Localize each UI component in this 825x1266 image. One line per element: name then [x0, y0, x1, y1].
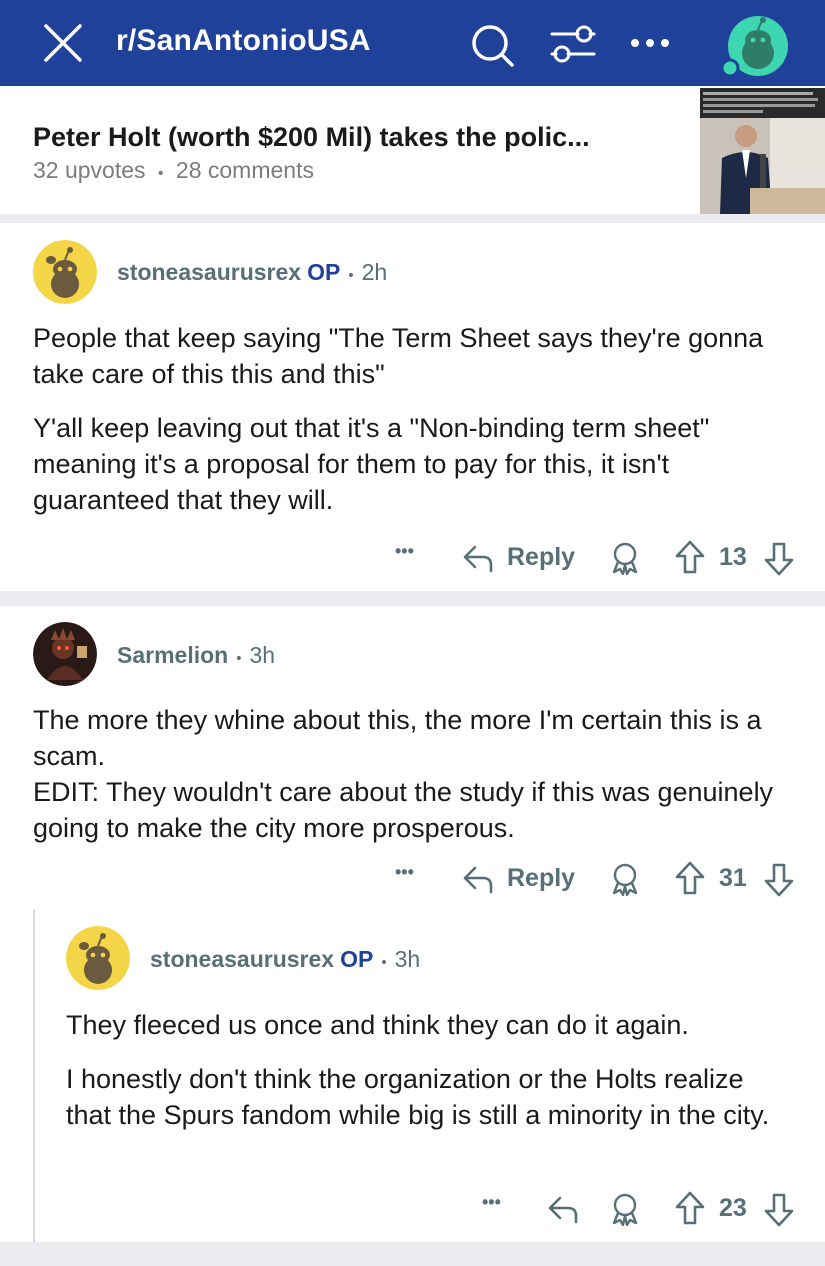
separator	[0, 1242, 825, 1266]
user-avatar[interactable]	[66, 926, 130, 990]
username[interactable]: stoneasaurusrex	[117, 259, 301, 285]
downvote-icon[interactable]	[763, 1192, 795, 1228]
top-bar: r/SanAntonioUSA	[0, 0, 825, 86]
separator	[0, 591, 825, 606]
comment-body: They fleeced us once and think they can …	[66, 1007, 796, 1133]
comment-meta: stoneasaurusrex OP • 3h	[150, 946, 420, 973]
search-icon[interactable]	[468, 22, 516, 70]
separator-dot: •	[381, 954, 387, 971]
comment-meta: Sarmelion • 3h	[117, 642, 275, 669]
separator-dot: •	[236, 650, 242, 667]
separator	[0, 214, 825, 223]
upvote-icon[interactable]	[674, 860, 706, 896]
timestamp: 3h	[249, 642, 276, 668]
downvote-icon[interactable]	[763, 862, 795, 898]
op-badge: OP	[307, 259, 341, 285]
award-icon[interactable]	[609, 1192, 641, 1226]
comment-actions: ••• Reply 13	[395, 539, 805, 579]
thread-line[interactable]	[33, 910, 35, 1242]
separator-dot: •	[157, 165, 164, 182]
timestamp: 3h	[394, 946, 421, 972]
award-icon[interactable]	[609, 541, 641, 575]
more-options-button[interactable]: •••	[395, 541, 414, 562]
username[interactable]: stoneasaurusrex	[150, 946, 334, 972]
more-options-button[interactable]: •••	[395, 862, 414, 883]
post-title[interactable]: Peter Holt (worth $200 Mil) takes the po…	[33, 122, 673, 153]
filter-icon[interactable]	[548, 22, 598, 66]
separator-dot: •	[348, 267, 354, 284]
comment: stoneasaurusrex OP • 2h People that keep sa…	[0, 223, 825, 591]
more-options-button[interactable]: •••	[482, 1192, 501, 1213]
post-header[interactable]: Peter Holt (worth $200 Mil) takes the po…	[0, 86, 825, 214]
comment-actions: ••• 23	[482, 1190, 805, 1230]
subreddit-name[interactable]: r/SanAntonioUSA	[116, 24, 371, 58]
op-badge: OP	[340, 946, 374, 972]
reply-icon[interactable]	[461, 541, 495, 575]
comment-text: I honestly don't think the organization …	[66, 1064, 770, 1130]
comment-actions: ••• Reply 31	[395, 860, 805, 900]
comment-text: Y'all keep leaving out that it's a "Non-…	[33, 413, 710, 515]
user-avatar[interactable]	[33, 622, 97, 686]
comment-text: The more they whine about this, the more…	[33, 705, 774, 843]
reply-button[interactable]: Reply	[507, 864, 575, 893]
close-icon[interactable]	[42, 22, 84, 64]
username[interactable]: Sarmelion	[117, 642, 228, 668]
reply-button[interactable]: Reply	[507, 543, 575, 572]
comment-body: People that keep saying "The Term Sheet …	[33, 320, 803, 518]
comment-meta: stoneasaurusrex OP • 2h	[117, 259, 387, 286]
timestamp: 2h	[361, 259, 388, 285]
post-stats: 32 upvotes • 28 comments	[33, 157, 314, 184]
upvote-icon[interactable]	[674, 1190, 706, 1226]
reply-icon[interactable]	[461, 862, 495, 896]
avatar-icon[interactable]	[720, 16, 792, 78]
reply-icon[interactable]	[546, 1192, 580, 1226]
comment-count: 28 comments	[175, 157, 314, 183]
vote-count: 31	[719, 864, 747, 892]
post-thumbnail[interactable]	[700, 88, 825, 214]
comment-body: The more they whine about this, the more…	[33, 702, 793, 846]
award-icon[interactable]	[609, 862, 641, 896]
downvote-icon[interactable]	[763, 541, 795, 577]
more-icon[interactable]	[628, 30, 672, 56]
comment-text: People that keep saying "The Term Sheet …	[33, 323, 764, 389]
comment: Sarmelion • 3h The more they whine about t…	[0, 606, 825, 1242]
user-avatar[interactable]	[33, 240, 97, 304]
upvote-icon[interactable]	[674, 539, 706, 575]
upvote-count: 32 upvotes	[33, 157, 146, 183]
vote-count: 23	[719, 1194, 747, 1222]
comment-text: They fleeced us once and think they can …	[66, 1010, 689, 1040]
vote-count: 13	[719, 543, 747, 571]
